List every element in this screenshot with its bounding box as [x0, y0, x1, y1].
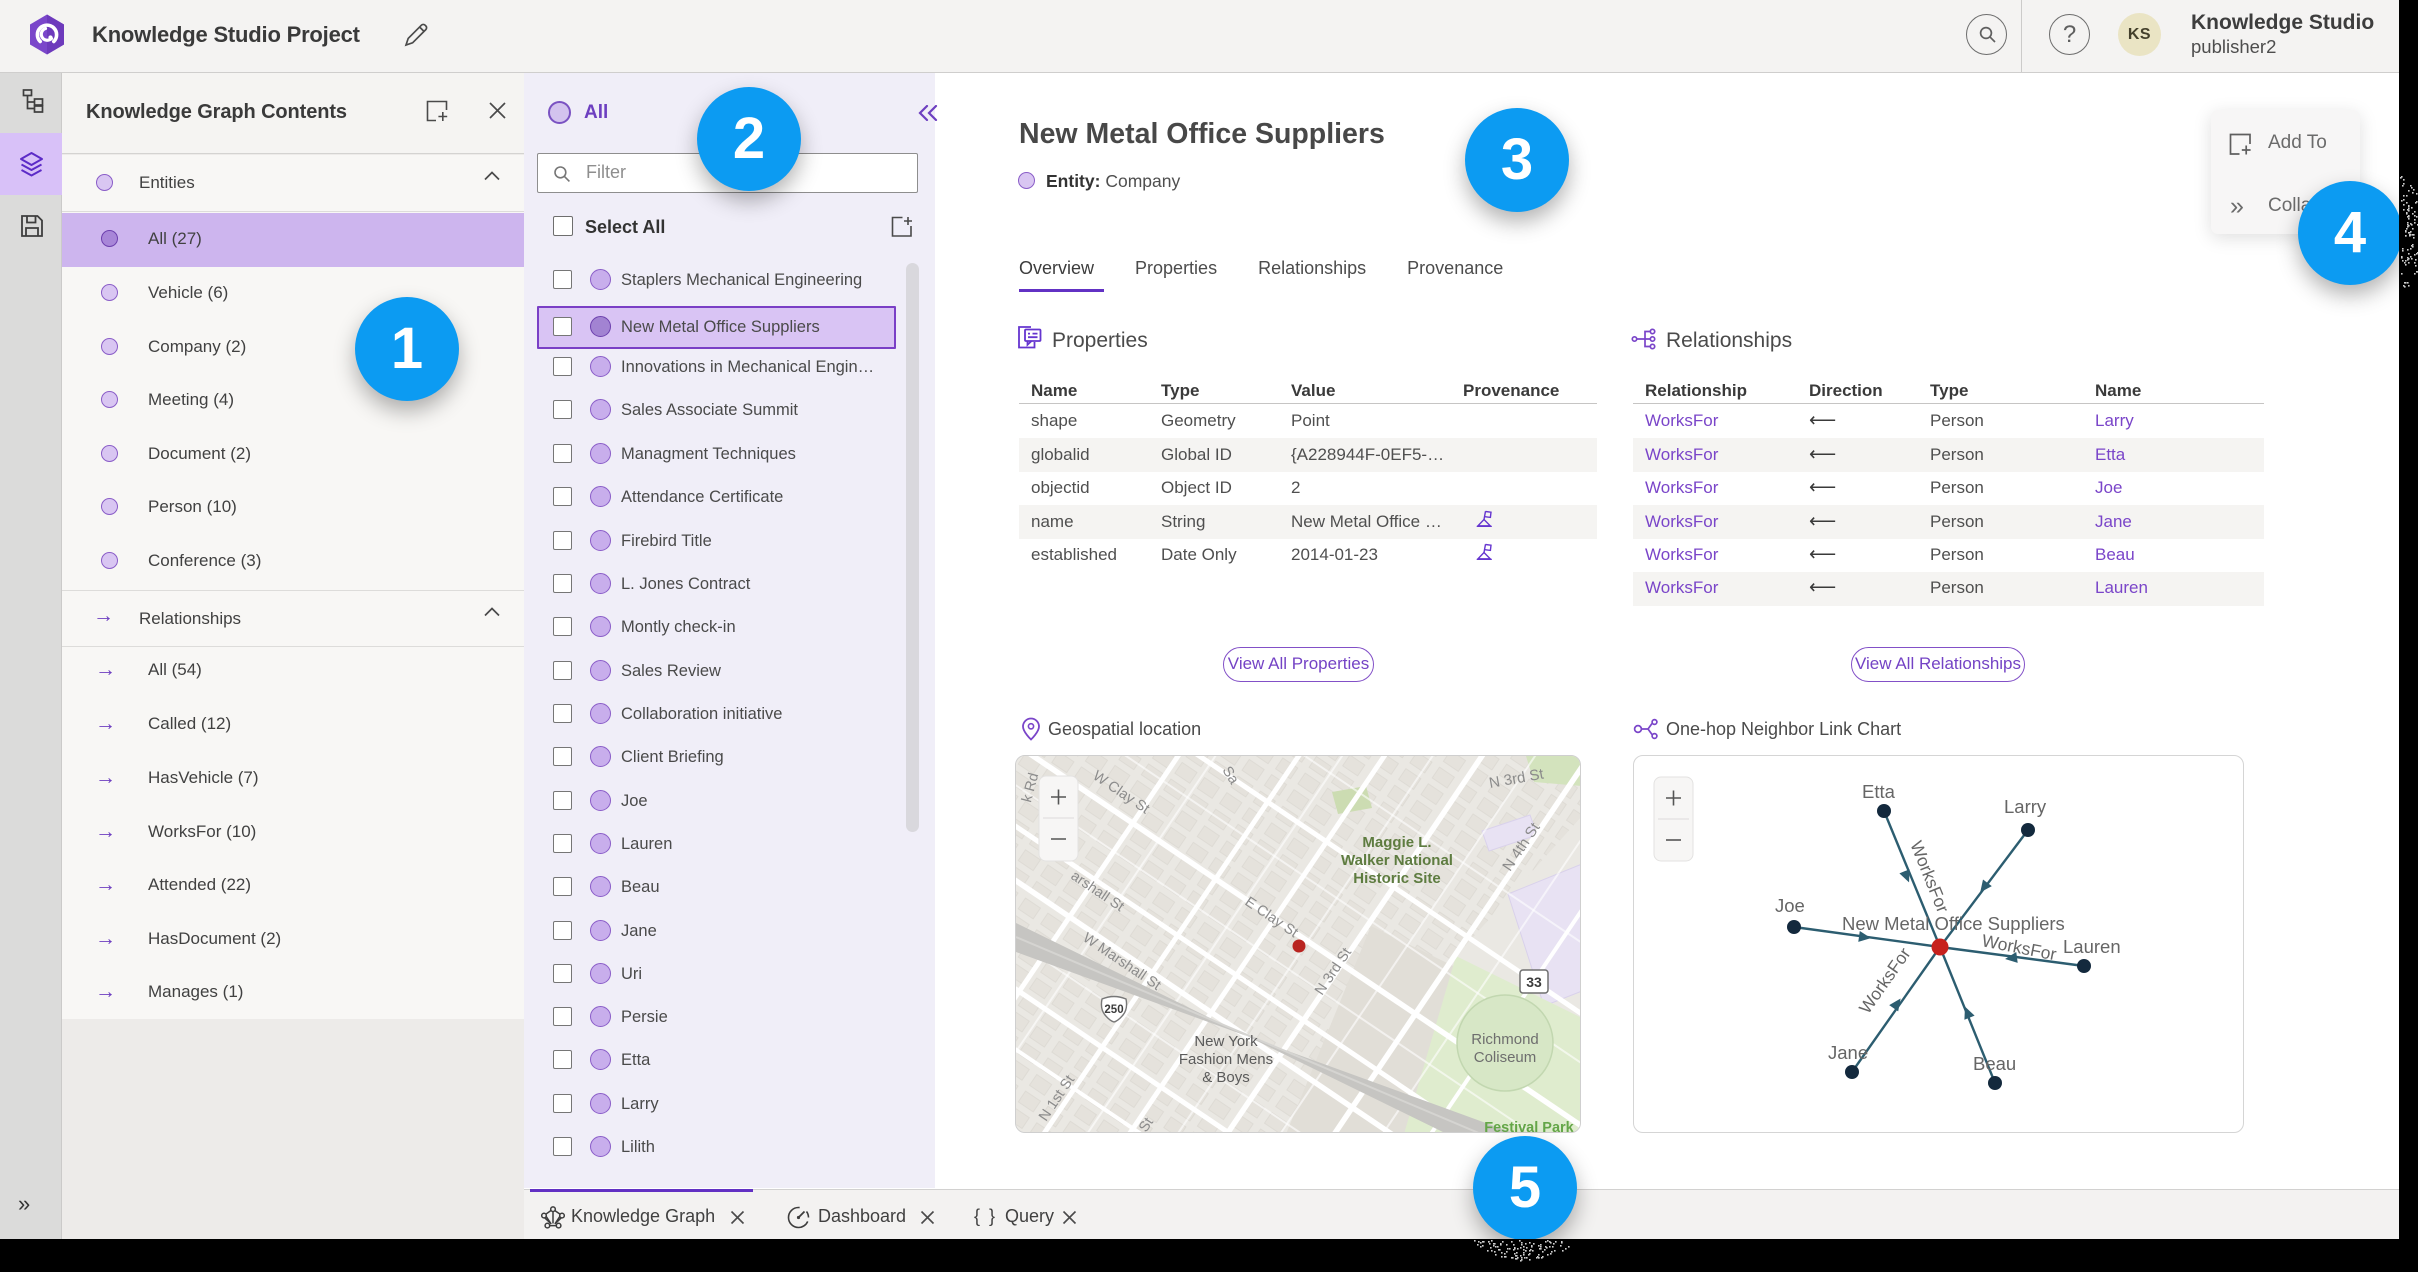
svg-text:Joe: Joe [1775, 895, 1805, 916]
svg-text:Beau: Beau [1973, 1053, 2016, 1074]
svg-text:250: 250 [1104, 1004, 1123, 1016]
svg-text:WorksFor: WorksFor [1906, 838, 1953, 916]
svg-text:Coliseum: Coliseum [1474, 1049, 1537, 1066]
svg-text:Jane: Jane [1828, 1042, 1868, 1063]
svg-text:Maggie L.: Maggie L. [1362, 834, 1431, 851]
svg-text:WorksFor: WorksFor [1855, 944, 1915, 1017]
svg-text:33: 33 [1526, 974, 1542, 990]
svg-text:Etta: Etta [1862, 781, 1896, 802]
svg-text:Walker National: Walker National [1341, 852, 1453, 869]
svg-text:New York: New York [1194, 1033, 1258, 1050]
svg-text:& Boys: & Boys [1202, 1069, 1250, 1086]
svg-text:WorksFor: WorksFor [1980, 930, 2058, 964]
svg-text:Festival Park: Festival Park [1484, 1120, 1574, 1133]
svg-text:Larry: Larry [2004, 796, 2047, 817]
svg-text:Fashion Mens: Fashion Mens [1179, 1051, 1273, 1068]
svg-text:Historic Site: Historic Site [1353, 870, 1441, 887]
svg-text:Richmond: Richmond [1471, 1031, 1539, 1048]
svg-text:New Metal Office Suppliers: New Metal Office Suppliers [1842, 913, 2065, 934]
svg-text:Lauren: Lauren [2063, 936, 2121, 957]
